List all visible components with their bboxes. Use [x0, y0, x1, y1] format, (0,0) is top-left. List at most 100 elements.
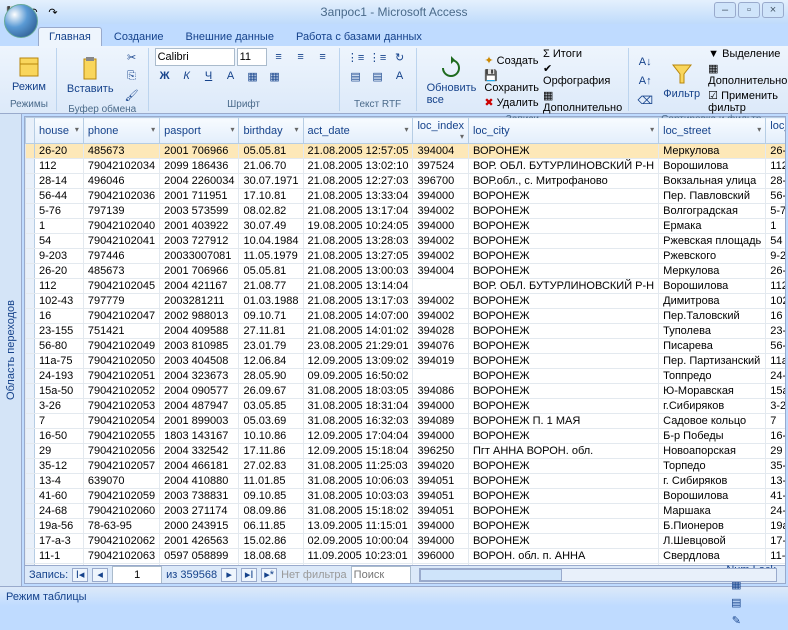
cell[interactable]: 79042102059 [83, 489, 159, 504]
cell[interactable]: 394002 [413, 309, 468, 324]
cell[interactable]: 9-203 [35, 249, 84, 264]
column-header-loc_house[interactable]: loc_house▾ [766, 118, 785, 144]
minimize-button[interactable]: – [714, 2, 736, 18]
cell[interactable] [413, 369, 468, 384]
cell[interactable]: 26-20 [766, 144, 785, 159]
toggle-filter-button[interactable]: ☑ Применить фильтр [708, 89, 787, 114]
cell[interactable]: 2003 810985 [160, 339, 239, 354]
cell[interactable]: 102-43 [35, 294, 84, 309]
cell[interactable]: 16-50 [35, 429, 84, 444]
rtf-btn2[interactable]: ⋮≡ [368, 48, 388, 66]
select-all-corner[interactable] [26, 118, 35, 144]
cell[interactable]: ВОРОНЕЖ [468, 354, 658, 369]
cell[interactable]: Свердлова [659, 549, 766, 564]
cell[interactable]: ВОРОНЕЖ [468, 144, 658, 159]
nav-next-icon[interactable]: ▸ [221, 568, 237, 582]
cell[interactable]: 11-1 [35, 549, 84, 564]
table-row[interactable]: 5-767971392003 57359908.02.8221.08.2005 … [26, 204, 786, 219]
spelling-button[interactable]: ✔ Орфография [543, 62, 622, 87]
cell[interactable]: 56-80 [35, 339, 84, 354]
cell[interactable]: Торпедо [659, 459, 766, 474]
cell[interactable]: 2001 426563 [160, 534, 239, 549]
cell[interactable]: 394002 [413, 249, 468, 264]
cell[interactable]: 12.06.84 [239, 354, 303, 369]
nav-first-icon[interactable]: I◂ [72, 568, 88, 582]
cell[interactable]: 28.05.90 [239, 369, 303, 384]
cell[interactable]: 394076 [413, 339, 468, 354]
new-record-button[interactable]: ✦ Создать [484, 54, 539, 67]
table-row[interactable]: 35-12790421020572004 46618127.02.8331.08… [26, 459, 786, 474]
cell[interactable]: 2001 899003 [160, 414, 239, 429]
cell[interactable]: Ржевского [659, 249, 766, 264]
cell[interactable]: Волгоградская [659, 204, 766, 219]
table-row[interactable]: 23-1557514212004 40958827.11.8121.08.200… [26, 324, 786, 339]
cell[interactable]: 24-193 [766, 369, 785, 384]
cell[interactable]: 797779 [83, 294, 159, 309]
cell[interactable]: ВОРОНЕЖ [468, 384, 658, 399]
cell[interactable]: 79042102053 [83, 399, 159, 414]
cell[interactable]: ВОРОНЕЖ [468, 324, 658, 339]
cell[interactable]: ВОР. ОБЛ. БУТУРЛИНОВСКИЙ Р-Н [468, 279, 658, 294]
nav-prev-icon[interactable]: ◂ [92, 568, 108, 582]
align-right-icon[interactable]: ≡ [313, 48, 333, 66]
cell[interactable]: 485673 [83, 144, 159, 159]
cell[interactable]: 12.09.2005 13:09:02 [303, 354, 413, 369]
table-row[interactable]: 17-а-3790421020622001 42656315.02.8602.0… [26, 534, 786, 549]
cell[interactable]: 27.02.83 [239, 459, 303, 474]
cell[interactable]: ВОРОНЕЖ [468, 204, 658, 219]
selection-filter-button[interactable]: ▼ Выделение [708, 48, 787, 60]
cell[interactable]: ВОРОН. обл. п. АННА [468, 549, 658, 564]
cell[interactable]: 3-26 [766, 399, 785, 414]
cell[interactable]: Вокзальная улица [659, 174, 766, 189]
column-header-act_date[interactable]: act_date▾ [303, 118, 413, 144]
cell[interactable]: 21.08.77 [239, 279, 303, 294]
refresh-all-button[interactable]: Обновить все [423, 54, 481, 108]
column-header-house[interactable]: house▾ [35, 118, 84, 144]
cell[interactable]: 79042102054 [83, 414, 159, 429]
cell[interactable]: Димитрова [659, 294, 766, 309]
cell[interactable]: 79042102055 [83, 429, 159, 444]
cell[interactable]: 26-20 [766, 264, 785, 279]
view-sql-icon[interactable]: ▤ [726, 594, 746, 612]
rtf-btn3[interactable]: ↻ [390, 48, 410, 66]
cell[interactable] [413, 279, 468, 294]
nav-position-input[interactable] [112, 566, 162, 584]
cell[interactable]: 2004 332542 [160, 444, 239, 459]
cell[interactable]: 2099 186436 [160, 159, 239, 174]
cell[interactable]: 5-76 [35, 204, 84, 219]
cell[interactable]: 21.08.2005 14:07:00 [303, 309, 413, 324]
cell[interactable]: 21.08.2005 13:17:04 [303, 204, 413, 219]
column-header-birthday[interactable]: birthday▾ [239, 118, 303, 144]
cell[interactable]: 19а-56 [35, 519, 84, 534]
tab-database[interactable]: Работа с базами данных [286, 28, 432, 46]
cell[interactable]: 29 [766, 444, 785, 459]
italic-icon[interactable]: К [177, 67, 197, 85]
cell[interactable]: 1 [766, 219, 785, 234]
cell[interactable]: Топпредо [659, 369, 766, 384]
cell[interactable]: 2002 988013 [160, 309, 239, 324]
cell[interactable]: 05.05.81 [239, 264, 303, 279]
paste-button[interactable]: Вставить [63, 55, 118, 97]
cell[interactable]: 35-12 [35, 459, 84, 474]
cell[interactable]: Писарева [659, 339, 766, 354]
gridlines-icon[interactable]: ▦ [265, 67, 285, 85]
font-size-combo[interactable] [237, 48, 267, 66]
cell[interactable]: 18.08.68 [239, 549, 303, 564]
office-orb[interactable] [4, 4, 38, 38]
cell[interactable]: 01.03.1988 [239, 294, 303, 309]
table-row[interactable]: 56-80790421020492003 81098523.01.7923.08… [26, 339, 786, 354]
cell[interactable]: 24-68 [35, 504, 84, 519]
cell[interactable]: Новоапорская [659, 444, 766, 459]
cell[interactable]: 2004 409588 [160, 324, 239, 339]
cell[interactable]: ВОРОНЕЖ [468, 309, 658, 324]
cell[interactable]: 112 [766, 279, 785, 294]
cell[interactable]: Пер.Таловский [659, 309, 766, 324]
cell[interactable]: 16-50 [766, 429, 785, 444]
cell[interactable]: 394002 [413, 294, 468, 309]
column-header-loc_city[interactable]: loc_city▾ [468, 118, 658, 144]
cell[interactable]: 21.08.2005 13:33:04 [303, 189, 413, 204]
rtf-btn5[interactable]: ▤ [368, 67, 388, 85]
cell[interactable]: 394002 [413, 234, 468, 249]
table-row[interactable]: 112790421020342099 18643621.06.7021.08.2… [26, 159, 786, 174]
cell[interactable]: 102-43 [766, 294, 785, 309]
